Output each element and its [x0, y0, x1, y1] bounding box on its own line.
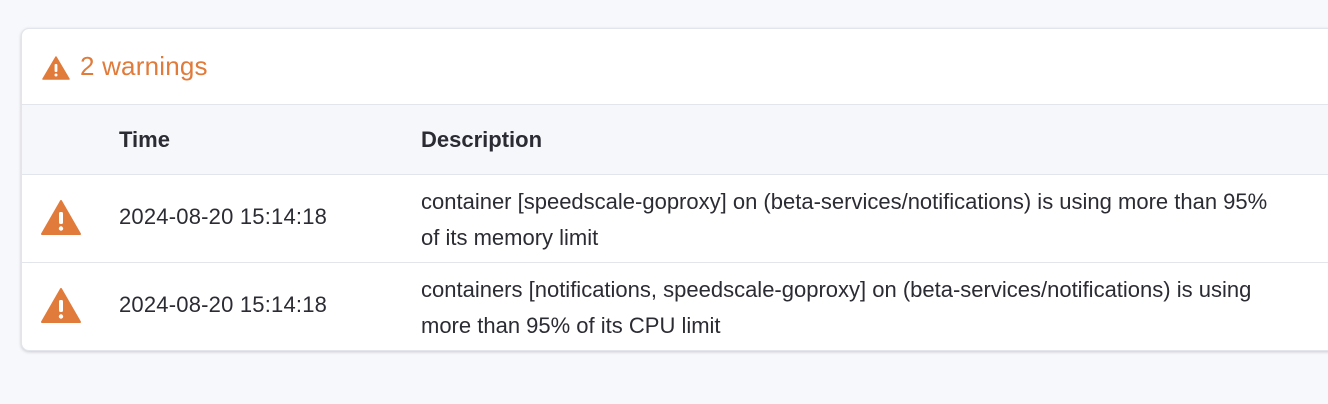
table-row[interactable]: 2024-08-20 15:14:18 container [speedscal… [22, 175, 1328, 263]
warning-triangle-icon [40, 199, 82, 237]
cell-description: containers [notifications, speedscale-go… [421, 277, 1252, 338]
cell-description: container [speedscale-goproxy] on (beta-… [421, 189, 1268, 250]
cell-time: 2024-08-20 15:14:18 [119, 292, 328, 317]
warnings-panel: 2 warnings Time Description 2024-08-20 1… [21, 28, 1328, 351]
warnings-count-title: 2 warnings [80, 51, 208, 81]
cell-time: 2024-08-20 15:14:18 [119, 204, 328, 229]
warnings-header: 2 warnings [22, 29, 1328, 105]
table-header: Time Description [22, 105, 1328, 175]
warning-triangle-icon [40, 287, 82, 325]
column-header-description[interactable]: Description [421, 127, 542, 153]
warning-triangle-icon [42, 55, 70, 80]
column-header-time[interactable]: Time [119, 127, 170, 153]
table-row[interactable]: 2024-08-20 15:14:18 containers [notifica… [22, 263, 1328, 350]
